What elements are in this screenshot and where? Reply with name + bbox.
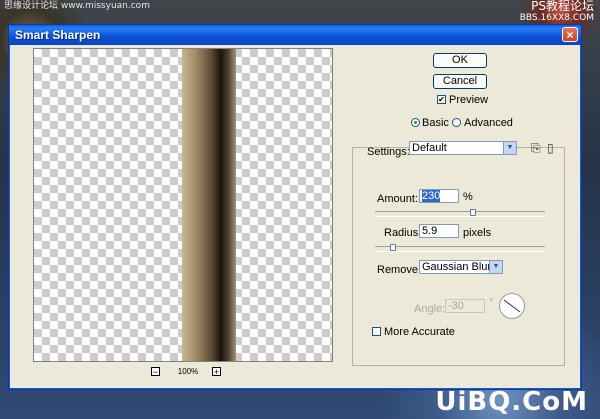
amount-label: Amount:: [377, 193, 418, 205]
preview-label: Preview: [449, 94, 489, 106]
zoom-level: 100%: [177, 367, 199, 376]
save-icon[interactable]: ⎘: [531, 142, 541, 154]
window-title: Smart Sharpen: [15, 28, 101, 42]
remove-label: Remove:: [377, 264, 422, 276]
angle-dial: [499, 293, 525, 319]
settings-value: Default: [412, 142, 447, 154]
advanced-radio[interactable]: [452, 118, 461, 127]
amount-value: 230: [422, 190, 441, 202]
angle-label: Angle:: [414, 303, 446, 315]
amount-slider-thumb[interactable]: [470, 209, 476, 216]
amount-input[interactable]: 230: [419, 189, 459, 203]
radius-value: 5.9: [422, 225, 438, 237]
watermark-top-right: PS教程论坛 BBS.16XX8.COM: [520, 0, 594, 23]
chevron-down-icon: ▼: [503, 142, 516, 154]
radius-label: Radius:: [384, 227, 422, 239]
watermark-line2: BBS.16XX8.COM: [519, 13, 594, 23]
more-accurate-checkbox[interactable]: [372, 327, 381, 336]
smart-sharpen-dialog: Smart Sharpen × − 100% + OK Cancel ✔ Pre…: [8, 24, 582, 390]
preview-image: [182, 49, 236, 361]
amount-unit: %: [463, 191, 473, 203]
watermark-line1: PS教程论坛: [531, 0, 594, 13]
radius-unit: pixels: [463, 227, 492, 239]
radius-slider-thumb[interactable]: [390, 244, 396, 251]
basic-label: Basic: [422, 117, 449, 129]
settings-label: Settings:: [367, 146, 410, 158]
radius-input[interactable]: 5.9: [419, 224, 459, 238]
settings-select[interactable]: Default ▼: [409, 141, 517, 155]
remove-value: Gaussian Blur: [422, 261, 492, 273]
title-bar[interactable]: Smart Sharpen ×: [9, 25, 581, 45]
preview-area[interactable]: [33, 48, 333, 362]
ok-button[interactable]: OK: [433, 53, 487, 68]
angle-input: -30: [445, 299, 485, 313]
preview-checkbox[interactable]: ✔: [437, 95, 446, 104]
more-accurate-label: More Accurate: [384, 326, 455, 338]
basic-radio[interactable]: [411, 118, 420, 127]
angle-unit: °: [489, 297, 494, 309]
watermark-bottom-right: UiBQ.CoM: [435, 387, 588, 417]
close-button[interactable]: ×: [562, 27, 578, 42]
angle-dial-needle: [503, 299, 521, 313]
chevron-down-icon: ▼: [489, 261, 502, 273]
trash-icon[interactable]: ▯: [547, 142, 554, 154]
radius-slider[interactable]: [375, 244, 545, 252]
amount-slider[interactable]: [375, 209, 545, 217]
cancel-button[interactable]: Cancel: [433, 74, 487, 89]
watermark-top-left: 思缘设计论坛 www.missyuan.com: [4, 1, 150, 11]
remove-select[interactable]: Gaussian Blur ▼: [419, 260, 503, 274]
advanced-label: Advanced: [464, 117, 513, 129]
angle-value: -30: [448, 300, 464, 312]
close-icon: ×: [566, 28, 574, 42]
zoom-out-button[interactable]: −: [151, 367, 160, 377]
zoom-in-button[interactable]: +: [212, 367, 221, 377]
